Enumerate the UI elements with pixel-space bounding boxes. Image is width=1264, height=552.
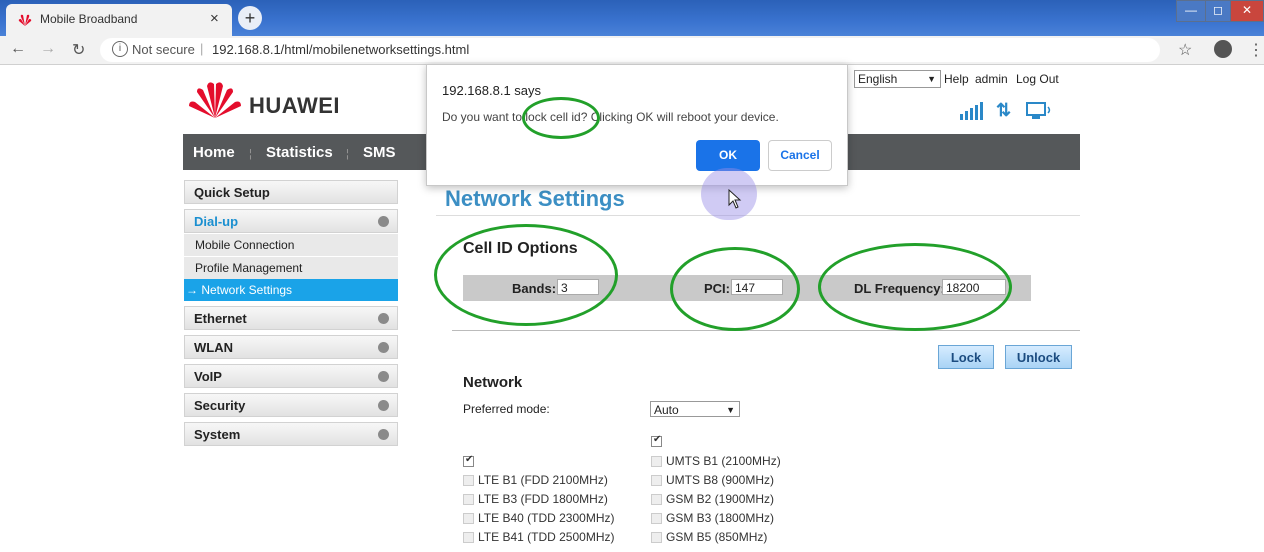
unlock-button[interactable]: Unlock	[1005, 345, 1072, 369]
mouse-cursor-icon	[728, 189, 742, 209]
annotation-circle-pci	[670, 247, 800, 331]
band-checkbox[interactable]	[463, 494, 474, 505]
band-label: GSM B2 (1900MHz)	[666, 492, 775, 506]
annotation-circle-bands	[434, 224, 618, 326]
umts-gsm-all-checkbox[interactable]	[651, 434, 662, 447]
minimize-button[interactable]: —	[1176, 0, 1206, 22]
annotation-circle-dl-frequency	[818, 243, 1012, 331]
title-divider	[436, 215, 1080, 216]
expand-icon	[378, 400, 389, 411]
nav-separator: ¦	[249, 148, 252, 160]
lock-button[interactable]: Lock	[938, 345, 994, 369]
expand-icon	[378, 313, 389, 324]
browser-tab-bar: Mobile Broadband × + — ◻ ✕	[0, 0, 1264, 36]
address-bar: ← → ↻ i Not secure | 192.168.8.1/html/mo…	[0, 36, 1264, 65]
band-label: LTE B41 (TDD 2500MHz)	[478, 530, 615, 544]
dialog-message: Do you want to lock cell id? Clicking OK…	[442, 110, 779, 124]
nav-sms[interactable]: SMS	[363, 144, 396, 161]
expand-icon	[378, 371, 389, 382]
tab-title: Mobile Broadband	[40, 12, 138, 26]
page-title: Network Settings	[445, 186, 625, 211]
not-secure-label: Not secure	[132, 42, 195, 57]
tab-close-icon[interactable]: ×	[210, 10, 219, 27]
info-icon[interactable]: i	[112, 41, 128, 57]
dialog-title: 192.168.8.1 says	[442, 83, 542, 98]
lte-all-checkbox[interactable]	[463, 454, 474, 467]
nav-separator: ¦	[346, 148, 349, 160]
huawei-favicon-icon	[18, 14, 32, 26]
dropdown-arrow-icon: ▼	[726, 405, 735, 415]
forward-arrow-icon[interactable]: →	[40, 40, 56, 58]
expand-icon	[378, 342, 389, 353]
annotation-circle-lock-cell-id	[522, 97, 600, 139]
back-arrow-icon[interactable]: ←	[10, 40, 26, 58]
sidebar-security[interactable]: Security	[184, 393, 398, 417]
nav-statistics[interactable]: Statistics	[266, 144, 333, 161]
band-label: UMTS B1 (2100MHz)	[666, 454, 781, 468]
reload-icon[interactable]: ↻	[72, 40, 85, 60]
bookmark-star-icon[interactable]: ☆	[1178, 40, 1192, 60]
band-label: LTE B40 (TDD 2300MHz)	[478, 511, 615, 525]
logo-text: HUAWEI	[249, 93, 340, 118]
data-transfer-icon: ⇅	[996, 100, 1012, 120]
band-checkbox[interactable]	[651, 456, 662, 467]
band-checkbox[interactable]	[651, 532, 662, 543]
menu-dots-icon[interactable]: ⋮	[1248, 40, 1264, 60]
sidebar-dial-up[interactable]: Dial-up	[184, 209, 398, 233]
band-label: LTE B1 (FDD 2100MHz)	[478, 473, 608, 487]
huawei-flower-icon	[189, 82, 241, 118]
url-text[interactable]: 192.168.8.1/html/mobilenetworksettings.h…	[212, 42, 469, 57]
sidebar-item-profile-management[interactable]: Profile Management	[184, 257, 398, 279]
signal-strength-icon	[960, 102, 983, 120]
url-divider: |	[200, 41, 204, 56]
sidebar-ethernet[interactable]: Ethernet	[184, 306, 398, 330]
language-select[interactable]: English ▼	[854, 70, 941, 88]
band-label: GSM B3 (1800MHz)	[666, 511, 775, 525]
close-window-button[interactable]: ✕	[1230, 0, 1264, 22]
sidebar-system[interactable]: System	[184, 422, 398, 446]
nav-home[interactable]: Home	[193, 144, 235, 161]
logout-link[interactable]: Log Out	[1016, 72, 1059, 86]
section-divider	[452, 330, 1080, 331]
sidebar-item-mobile-connection[interactable]: Mobile Connection	[184, 234, 398, 256]
band-label: LTE B3 (FDD 1800MHz)	[478, 492, 608, 506]
sidebar-quick-setup[interactable]: Quick Setup	[184, 180, 398, 204]
maximize-button[interactable]: ◻	[1205, 0, 1231, 22]
preferred-mode-select[interactable]: Auto ▼	[650, 401, 740, 417]
network-heading: Network	[463, 374, 523, 391]
ok-button[interactable]: OK	[696, 140, 760, 171]
band-checkbox[interactable]	[463, 513, 474, 524]
new-tab-button[interactable]: +	[238, 6, 262, 30]
cancel-button[interactable]: Cancel	[768, 140, 832, 171]
expand-icon	[378, 429, 389, 440]
sidebar-item-network-settings[interactable]: → Network Settings	[184, 279, 398, 301]
preferred-mode-label: Preferred mode:	[463, 402, 550, 416]
band-checkbox[interactable]	[463, 532, 474, 543]
band-checkbox[interactable]	[651, 513, 662, 524]
admin-link[interactable]: admin	[975, 72, 1008, 86]
browser-tab[interactable]: Mobile Broadband ×	[6, 4, 232, 36]
sidebar-voip[interactable]: VoIP	[184, 364, 398, 388]
band-checkbox[interactable]	[651, 494, 662, 505]
profile-avatar-icon[interactable]	[1214, 40, 1232, 58]
band-checkbox[interactable]	[463, 475, 474, 486]
band-label: GSM B5 (850MHz)	[666, 530, 768, 544]
sidebar-wlan[interactable]: WLAN	[184, 335, 398, 359]
help-link[interactable]: Help	[944, 72, 969, 86]
collapse-icon	[378, 216, 389, 227]
band-checkbox[interactable]	[651, 475, 662, 486]
pc-connection-icon	[1026, 102, 1051, 119]
band-label: UMTS B8 (900MHz)	[666, 473, 775, 487]
confirm-dialog: 192.168.8.1 says Do you want to lock cel…	[426, 64, 848, 186]
dropdown-arrow-icon: ▼	[927, 74, 936, 84]
